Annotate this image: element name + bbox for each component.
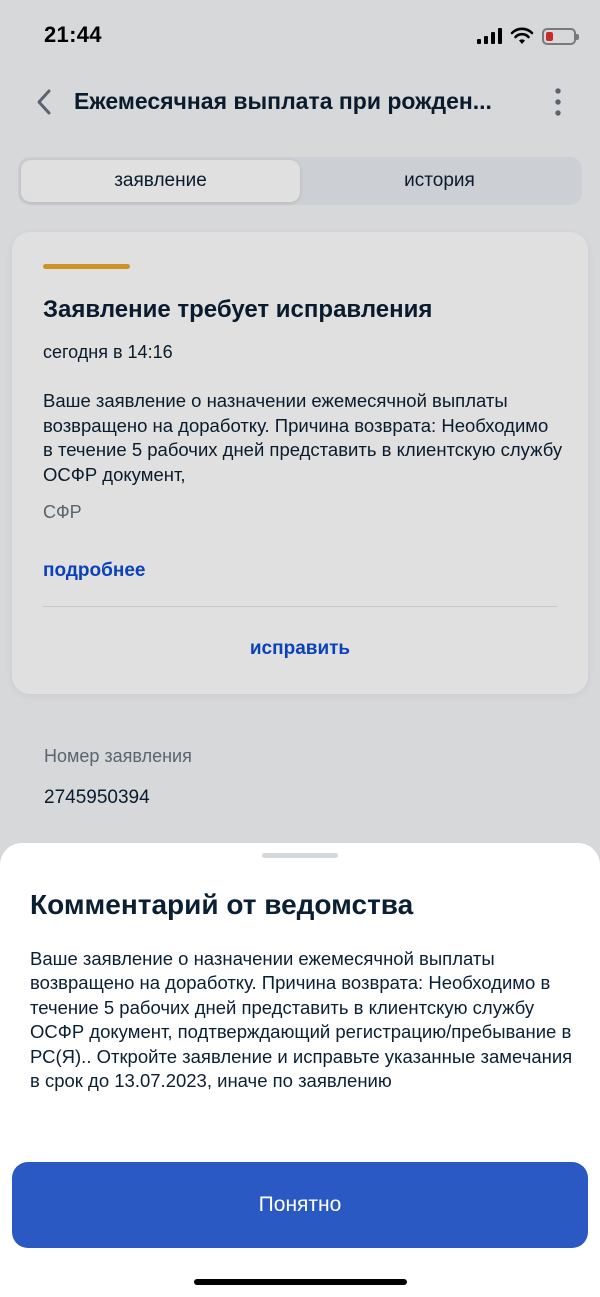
home-indicator	[194, 1279, 407, 1285]
sheet-grabber[interactable]	[262, 853, 338, 858]
sheet-comment-text: Ваше заявление о назначении ежемесячной …	[30, 948, 573, 1092]
sheet-title: Комментарий от ведомства	[30, 889, 414, 920]
comment-bottom-sheet: Комментарий от ведомства Ваше заявление …	[0, 843, 600, 1297]
ok-button[interactable]: Понятно	[12, 1162, 588, 1248]
